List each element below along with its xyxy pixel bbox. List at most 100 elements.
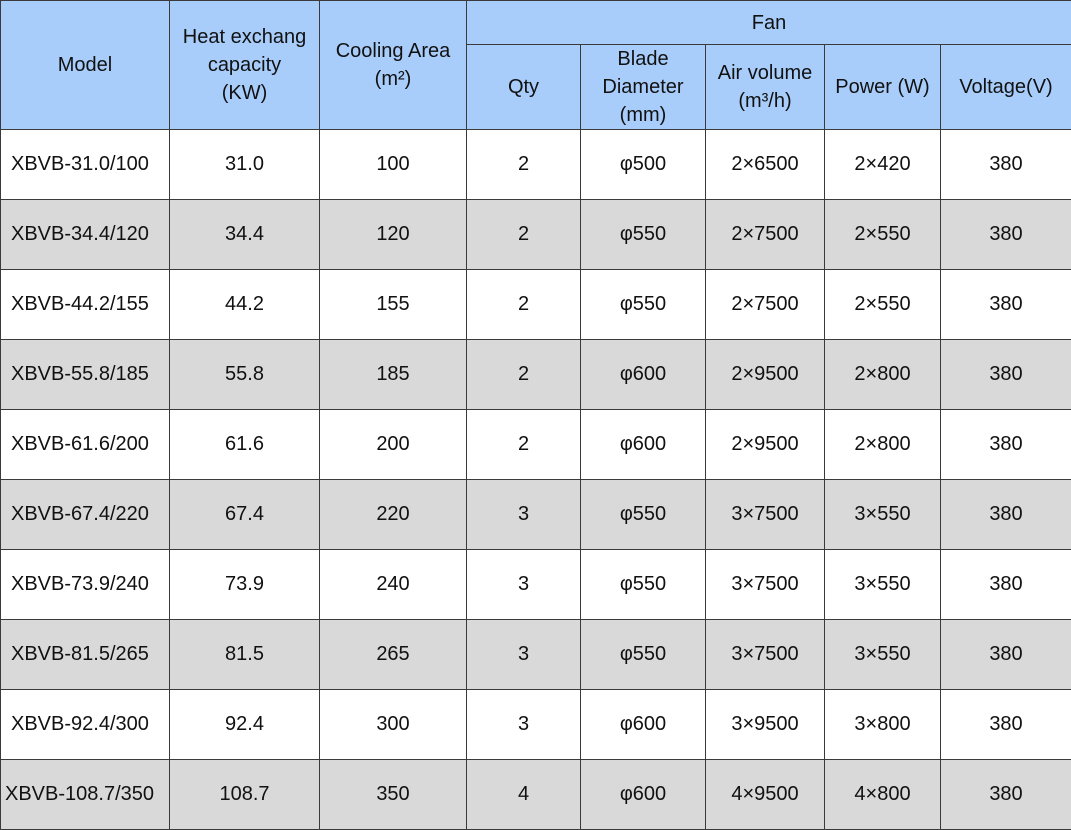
table-row: XBVB-67.4/220 67.4 220 3 φ550 3×7500 3×5… [1, 480, 1071, 550]
cell-power: 2×420 [825, 130, 941, 200]
cell-qty: 3 [467, 480, 581, 550]
cell-qty: 3 [467, 550, 581, 620]
header-air-line2: (m³/h) [708, 87, 822, 115]
table-row: XBVB-73.9/240 73.9 240 3 φ550 3×7500 3×5… [1, 550, 1071, 620]
cell-qty: 2 [467, 410, 581, 480]
table-row: XBVB-108.7/350 108.7 350 4 φ600 4×9500 4… [1, 760, 1071, 830]
header-qty-label: Qty [508, 76, 539, 98]
cell-model: XBVB-81.5/265 [1, 620, 170, 690]
cell-heat: 31.0 [170, 130, 320, 200]
cell-model: XBVB-55.8/185 [1, 340, 170, 410]
header-cooling-line1: Cooling Area [322, 37, 464, 65]
cell-power: 3×550 [825, 620, 941, 690]
cell-heat: 81.5 [170, 620, 320, 690]
cell-qty: 2 [467, 270, 581, 340]
cell-area: 120 [320, 200, 467, 270]
cell-blade: φ600 [581, 760, 706, 830]
cell-power: 2×550 [825, 200, 941, 270]
header-voltage-label: Voltage(V) [959, 76, 1052, 98]
cell-blade: φ550 [581, 480, 706, 550]
cell-model: XBVB-61.6/200 [1, 410, 170, 480]
cell-voltage: 380 [941, 200, 1071, 270]
cell-voltage: 380 [941, 410, 1071, 480]
header-model: Model [1, 1, 170, 130]
cell-blade: φ550 [581, 550, 706, 620]
cell-air: 2×9500 [706, 340, 825, 410]
cell-model: XBVB-44.2/155 [1, 270, 170, 340]
cell-air: 3×7500 [706, 550, 825, 620]
cell-voltage: 380 [941, 760, 1071, 830]
cell-area: 240 [320, 550, 467, 620]
cell-voltage: 380 [941, 620, 1071, 690]
cell-air: 2×7500 [706, 270, 825, 340]
cell-qty: 2 [467, 340, 581, 410]
cell-voltage: 380 [941, 480, 1071, 550]
spec-table: Model Heat exchang capacity (KW) Cooling… [0, 0, 1071, 830]
header-blade-line2: Diameter [583, 73, 703, 101]
cell-area: 185 [320, 340, 467, 410]
cell-blade: φ550 [581, 620, 706, 690]
cell-qty: 2 [467, 200, 581, 270]
header-model-label: Model [58, 54, 112, 76]
cell-power: 4×800 [825, 760, 941, 830]
header-power: Power (W) [825, 45, 941, 130]
table-row: XBVB-44.2/155 44.2 155 2 φ550 2×7500 2×5… [1, 270, 1071, 340]
table-row: XBVB-61.6/200 61.6 200 2 φ600 2×9500 2×8… [1, 410, 1071, 480]
header-voltage: Voltage(V) [941, 45, 1071, 130]
cell-blade: φ550 [581, 200, 706, 270]
cell-voltage: 380 [941, 340, 1071, 410]
header-cooling-area: Cooling Area (m²) [320, 1, 467, 130]
cell-blade: φ600 [581, 410, 706, 480]
cell-area: 265 [320, 620, 467, 690]
table-row: XBVB-31.0/100 31.0 100 2 φ500 2×6500 2×4… [1, 130, 1071, 200]
table-row: XBVB-34.4/120 34.4 120 2 φ550 2×7500 2×5… [1, 200, 1071, 270]
header-blade-diameter: Blade Diameter (mm) [581, 45, 706, 130]
cell-heat: 61.6 [170, 410, 320, 480]
cell-blade: φ550 [581, 270, 706, 340]
cell-heat: 67.4 [170, 480, 320, 550]
cell-voltage: 380 [941, 690, 1071, 760]
cell-area: 300 [320, 690, 467, 760]
cell-heat: 34.4 [170, 200, 320, 270]
cell-voltage: 380 [941, 550, 1071, 620]
header-cooling-line2: (m²) [322, 65, 464, 93]
cell-model: XBVB-67.4/220 [1, 480, 170, 550]
cell-heat: 44.2 [170, 270, 320, 340]
cell-air: 2×6500 [706, 130, 825, 200]
cell-air: 3×7500 [706, 480, 825, 550]
cell-air: 3×9500 [706, 690, 825, 760]
table-row: XBVB-92.4/300 92.4 300 3 φ600 3×9500 3×8… [1, 690, 1071, 760]
cell-model: XBVB-31.0/100 [1, 130, 170, 200]
cell-qty: 3 [467, 690, 581, 760]
cell-voltage: 380 [941, 270, 1071, 340]
cell-area: 100 [320, 130, 467, 200]
table-header: Model Heat exchang capacity (KW) Cooling… [1, 1, 1071, 130]
table-body: XBVB-31.0/100 31.0 100 2 φ500 2×6500 2×4… [1, 130, 1071, 830]
cell-air: 4×9500 [706, 760, 825, 830]
cell-qty: 4 [467, 760, 581, 830]
header-blade-line1: Blade [583, 45, 703, 73]
cell-power: 2×550 [825, 270, 941, 340]
table-row: XBVB-81.5/265 81.5 265 3 φ550 3×7500 3×5… [1, 620, 1071, 690]
cell-air: 2×7500 [706, 200, 825, 270]
header-heat-capacity: Heat exchang capacity (KW) [170, 1, 320, 130]
cell-area: 350 [320, 760, 467, 830]
cell-area: 155 [320, 270, 467, 340]
header-row-top: Model Heat exchang capacity (KW) Cooling… [1, 1, 1071, 45]
cell-power: 2×800 [825, 340, 941, 410]
cell-blade: φ600 [581, 690, 706, 760]
header-fan-group: Fan [467, 1, 1071, 45]
cell-power: 3×550 [825, 480, 941, 550]
header-heat-line3: (KW) [172, 79, 317, 107]
cell-model: XBVB-108.7/350 [1, 760, 170, 830]
cell-air: 3×7500 [706, 620, 825, 690]
cell-voltage: 380 [941, 130, 1071, 200]
cell-model: XBVB-73.9/240 [1, 550, 170, 620]
cell-heat: 108.7 [170, 760, 320, 830]
cell-power: 3×550 [825, 550, 941, 620]
cell-area: 200 [320, 410, 467, 480]
cell-area: 220 [320, 480, 467, 550]
cell-power: 2×800 [825, 410, 941, 480]
cell-power: 3×800 [825, 690, 941, 760]
header-fan-label: Fan [752, 12, 786, 34]
